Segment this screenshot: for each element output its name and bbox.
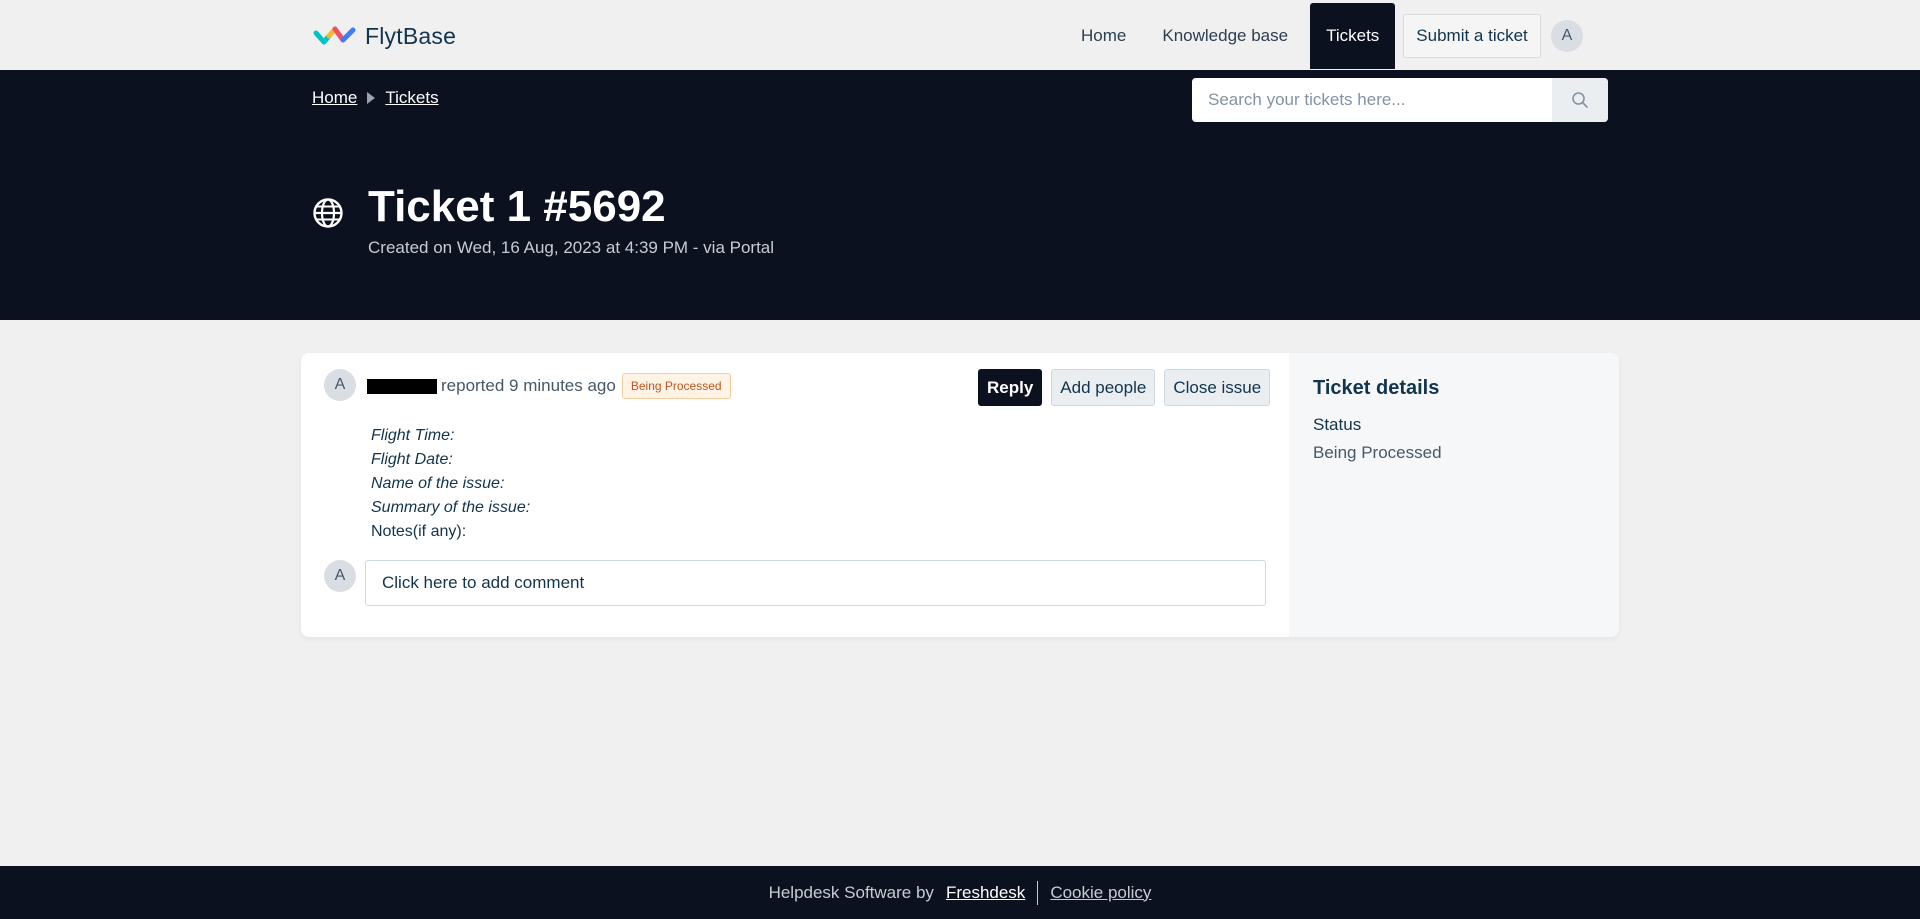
freshdesk-link[interactable]: Freshdesk — [946, 883, 1025, 903]
breadcrumb-tickets[interactable]: Tickets — [385, 88, 438, 108]
footer-divider — [1037, 880, 1039, 905]
brand-logo[interactable]: FlytBase — [313, 18, 456, 54]
ticket-details-title: Ticket details — [1313, 377, 1440, 399]
description-line: Flight Date: — [371, 451, 453, 468]
comment-avatar: A — [324, 560, 356, 592]
add-comment-field[interactable]: Click here to add comment — [365, 560, 1266, 606]
reported-time: reported 9 minutes ago — [441, 376, 616, 395]
ticket-created-info: Created on Wed, 16 Aug, 2023 at 4:39 PM … — [368, 238, 775, 257]
ticket-description: Flight Time: Flight Date: Name of the is… — [371, 424, 530, 544]
status-badge: Being Processed — [621, 373, 731, 399]
reporter-line: reported 9 minutes ago Being Processed — [367, 373, 731, 399]
brand-name: FlytBase — [365, 22, 457, 49]
nav-home[interactable]: Home — [1063, 3, 1144, 69]
ticket-card: A reported 9 minutes ago Being Processed… — [301, 353, 1619, 637]
submit-ticket-button[interactable]: Submit a ticket — [1403, 14, 1541, 58]
description-line: Flight Time: — [371, 427, 455, 444]
breadcrumb-home[interactable]: Home — [312, 88, 357, 108]
ticket-conversation: A reported 9 minutes ago Being Processed… — [301, 353, 1289, 637]
flytbase-logo-icon — [313, 26, 356, 45]
main-nav: Home Knowledge base Tickets Submit a tic… — [1063, 3, 1541, 69]
page-footer: Helpdesk Software by Freshdesk Cookie po… — [0, 866, 1920, 919]
redacted-reporter-name — [367, 378, 437, 394]
top-nav: FlytBase Home Knowledge base Tickets Sub… — [0, 0, 1920, 70]
status-value: Being Processed — [1313, 443, 1442, 462]
search-icon — [1572, 92, 1588, 108]
nav-tickets[interactable]: Tickets — [1310, 3, 1396, 69]
ticket-hero: Home Tickets Ticket 1 #5692 Created on W… — [0, 70, 1920, 320]
search-input[interactable] — [1192, 78, 1552, 122]
description-line: Notes(if any): — [371, 523, 467, 540]
reply-button[interactable]: Reply — [978, 369, 1043, 406]
reporter-avatar: A — [324, 369, 356, 401]
user-avatar[interactable]: A — [1551, 20, 1583, 52]
status-label: Status — [1313, 415, 1362, 434]
breadcrumb: Home Tickets — [312, 88, 439, 108]
nav-knowledge-base[interactable]: Knowledge base — [1144, 3, 1306, 69]
description-line: Summary of the issue: — [371, 499, 531, 516]
cookie-policy-link[interactable]: Cookie policy — [1050, 883, 1151, 903]
search-button[interactable] — [1552, 78, 1608, 122]
add-people-button[interactable]: Add people — [1051, 369, 1156, 406]
ticket-actions: Reply Add people Close issue — [978, 369, 1271, 406]
footer-text: Helpdesk Software by — [768, 882, 934, 902]
ticket-details-panel: Ticket details Status Being Processed — [1289, 353, 1619, 637]
caret-right-icon — [367, 92, 376, 104]
close-issue-button[interactable]: Close issue — [1164, 369, 1271, 406]
ticket-search — [1192, 78, 1608, 122]
description-line: Name of the issue: — [371, 475, 505, 492]
globe-icon — [313, 198, 343, 228]
page-title: Ticket 1 #5692 — [368, 182, 666, 231]
